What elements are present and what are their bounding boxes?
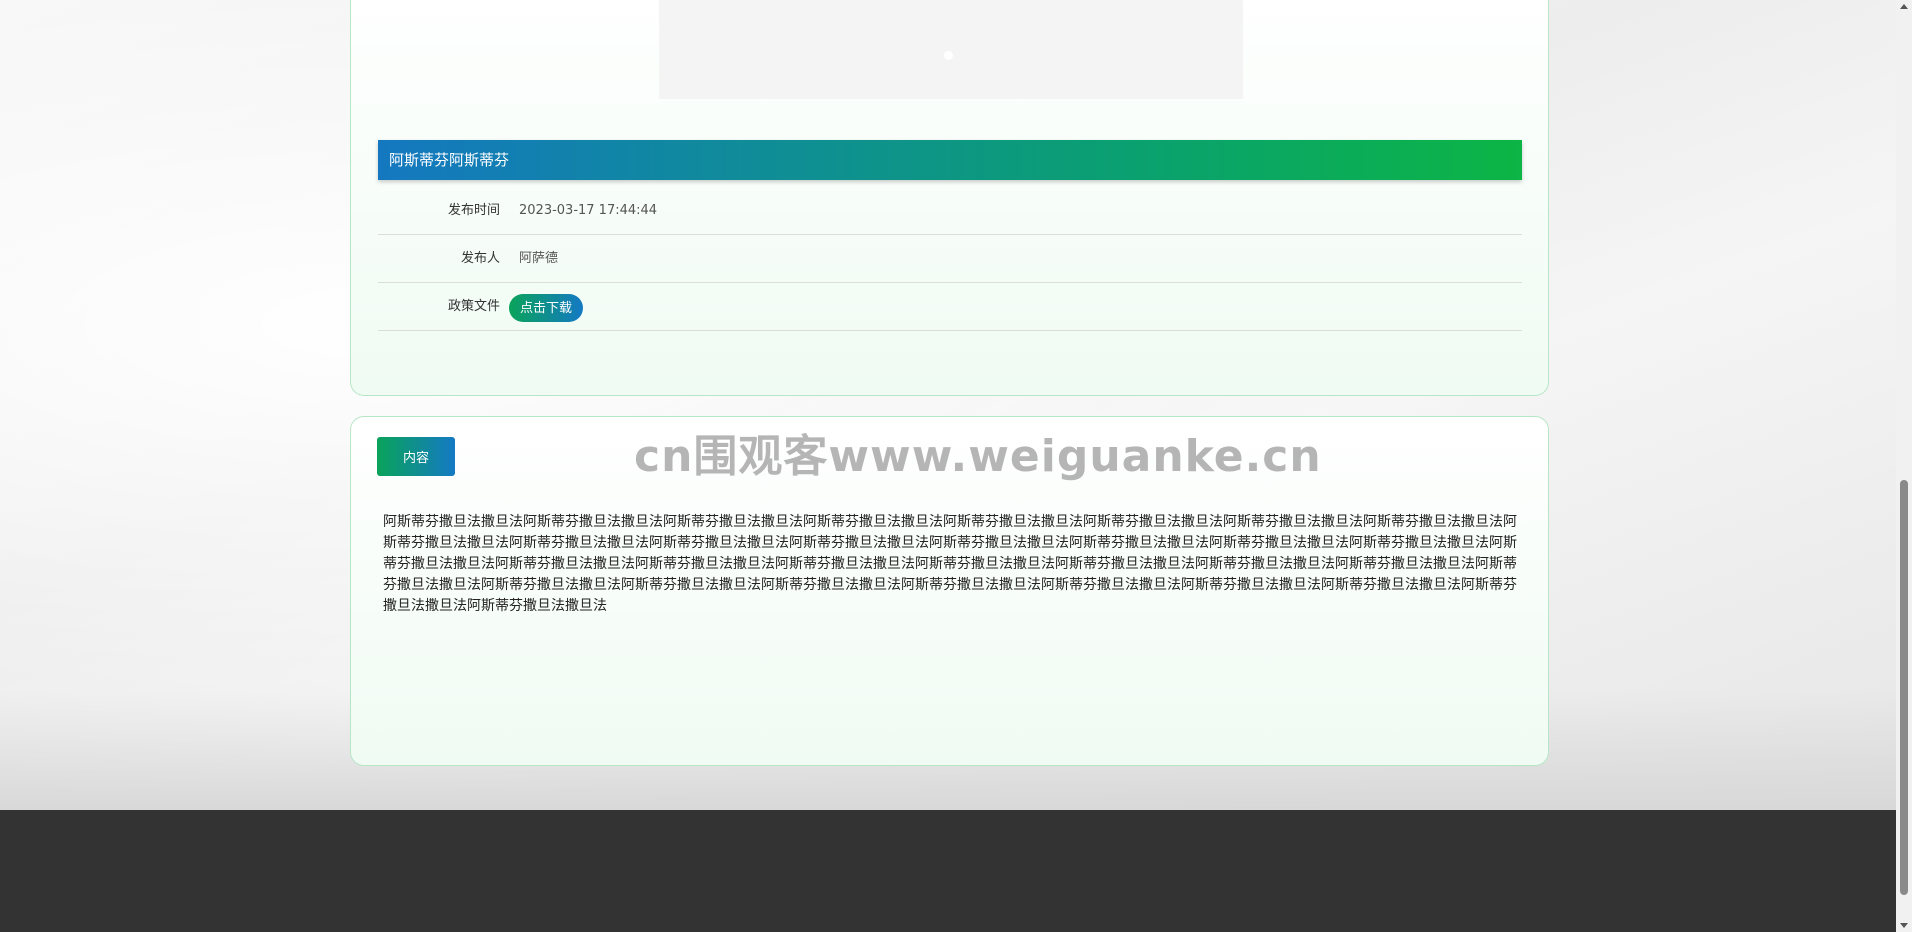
content-body: 阿斯蒂芬撒旦法撒旦法阿斯蒂芬撒旦法撒旦法阿斯蒂芬撒旦法撒旦法阿斯蒂芬撒旦法撒旦法… xyxy=(383,514,1517,614)
watermark: cn围观客www.weiguanke.cn xyxy=(634,431,1322,482)
scroll-down-arrow-icon[interactable] xyxy=(1900,923,1908,928)
tab-content[interactable]: 内容 xyxy=(377,437,455,476)
scroll-up-arrow-icon[interactable] xyxy=(1900,4,1908,9)
publish-time-label: 发布时间 xyxy=(447,203,500,218)
publisher-row: 发布人 阿萨德 xyxy=(378,235,1522,283)
scrollbar-thumb[interactable] xyxy=(1900,480,1908,895)
footer xyxy=(0,810,1896,932)
publisher-label: 发布人 xyxy=(460,251,500,266)
policy-file-row: 政策文件 点击下载 xyxy=(378,283,1522,331)
carousel-dot[interactable] xyxy=(944,51,953,60)
media-placeholder xyxy=(659,0,1243,99)
vertical-scrollbar[interactable] xyxy=(1896,0,1912,932)
notice-card: 阿斯蒂芬阿斯蒂芬 发布时间 2023-03-17 17:44:44 发布人 阿萨… xyxy=(350,0,1549,396)
notice-title: 阿斯蒂芬阿斯蒂芬 xyxy=(378,140,1522,180)
publisher-value: 阿萨德 xyxy=(519,251,559,266)
policy-file-label: 政策文件 xyxy=(447,299,500,314)
publish-time-row: 发布时间 2023-03-17 17:44:44 xyxy=(378,187,1522,235)
download-button[interactable]: 点击下载 xyxy=(509,294,584,322)
publish-time-value: 2023-03-17 17:44:44 xyxy=(519,203,658,218)
